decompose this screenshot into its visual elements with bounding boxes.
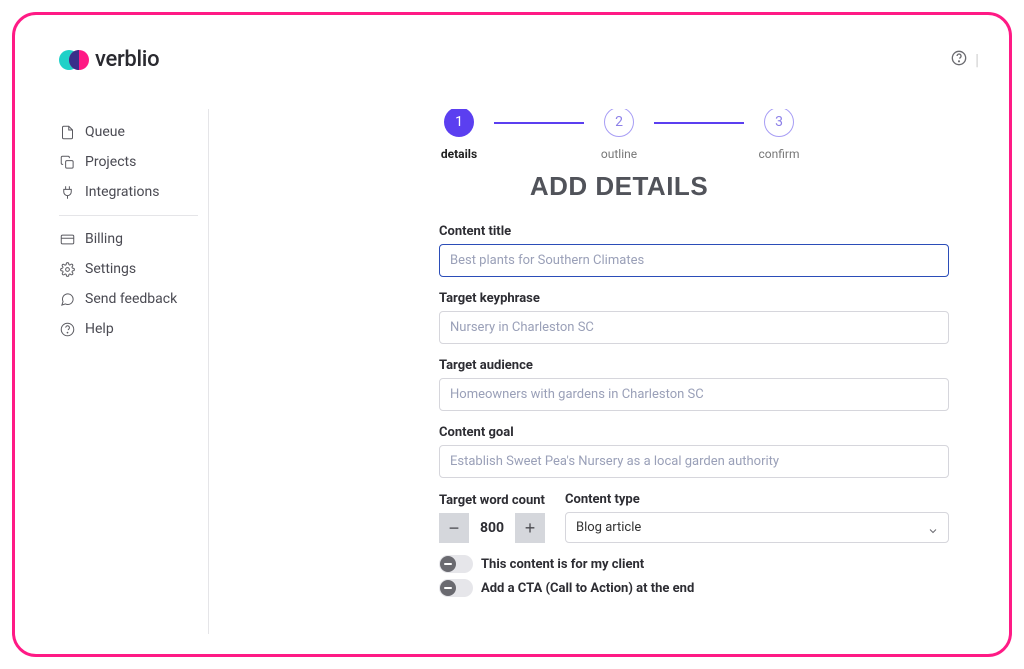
sidebar-item-label: Billing	[85, 231, 123, 247]
page-title: ADD DETAILS	[259, 171, 979, 202]
logo-text: verblio	[95, 47, 159, 72]
field-target-keyphrase: Target keyphrase	[439, 291, 949, 344]
logo-mark-icon	[59, 49, 89, 71]
sidebar-item-label: Help	[85, 321, 114, 337]
sidebar-item-label: Queue	[85, 124, 125, 140]
toggle-for-client-switch[interactable]	[439, 555, 473, 573]
step-line	[654, 122, 744, 124]
step-circle: 1	[444, 109, 474, 137]
sidebar-divider	[59, 215, 198, 216]
header-right: |	[951, 50, 979, 70]
step-circle: 2	[604, 109, 634, 137]
sidebar-item-projects[interactable]: Projects	[59, 147, 198, 177]
target-keyphrase-input[interactable]	[439, 311, 949, 344]
step-1[interactable]: 1 details	[424, 109, 494, 161]
decrement-button[interactable]: −	[439, 513, 469, 543]
increment-button[interactable]: +	[515, 513, 545, 543]
card-icon	[59, 231, 75, 247]
form: Content title Target keyphrase Target au…	[439, 224, 949, 597]
content-goal-input[interactable]	[439, 445, 949, 478]
help-circle-icon	[59, 321, 75, 337]
toggle-add-cta: Add a CTA (Call to Action) at the end	[439, 579, 949, 597]
file-icon	[59, 124, 75, 140]
step-3[interactable]: 3 confirm	[744, 109, 814, 161]
stepper: 1 details 2 outline 3 confirm	[259, 109, 979, 161]
main: 1 details 2 outline 3 confirm ADD DETAIL…	[209, 109, 979, 634]
content-type-select[interactable]: Blog article	[565, 512, 949, 543]
row-count-type: Target word count − 800 + Content type B…	[439, 492, 949, 543]
gear-icon	[59, 261, 75, 277]
step-label: details	[441, 147, 477, 161]
toggle-add-cta-switch[interactable]	[439, 579, 473, 597]
sidebar-item-feedback[interactable]: Send feedback	[59, 284, 198, 314]
content-title-input[interactable]	[439, 244, 949, 277]
field-word-count: Target word count − 800 +	[439, 493, 545, 543]
field-content-goal: Content goal	[439, 425, 949, 478]
field-label: Target keyphrase	[439, 291, 949, 306]
sidebar-item-label: Settings	[85, 261, 136, 277]
toggle-label: Add a CTA (Call to Action) at the end	[481, 581, 694, 596]
header: verblio |	[59, 47, 979, 72]
sidebar-item-integrations[interactable]: Integrations	[59, 177, 198, 207]
sidebar-item-help[interactable]: Help	[59, 314, 198, 344]
step-label: outline	[601, 147, 637, 161]
sidebar-item-settings[interactable]: Settings	[59, 254, 198, 284]
sidebar-item-label: Send feedback	[85, 291, 177, 307]
step-line	[494, 122, 584, 124]
sidebar-item-billing[interactable]: Billing	[59, 224, 198, 254]
sidebar-item-label: Projects	[85, 154, 136, 170]
chat-icon	[59, 291, 75, 307]
sidebar-item-queue[interactable]: Queue	[59, 117, 198, 147]
plug-icon	[59, 184, 75, 200]
copy-icon	[59, 154, 75, 170]
app-frame: verblio | Queue Projects	[12, 12, 1012, 657]
step-2[interactable]: 2 outline	[584, 109, 654, 161]
field-target-audience: Target audience	[439, 358, 949, 411]
field-content-type: Content type Blog article	[565, 492, 949, 543]
word-count-value: 800	[469, 513, 515, 543]
field-label: Content type	[565, 492, 949, 507]
field-label: Target audience	[439, 358, 949, 373]
word-count-stepper: − 800 +	[439, 513, 545, 543]
target-audience-input[interactable]	[439, 378, 949, 411]
toggle-label: This content is for my client	[481, 557, 644, 572]
help-circle-icon[interactable]	[951, 50, 967, 70]
field-content-title: Content title	[439, 224, 949, 277]
field-label: Content title	[439, 224, 949, 239]
sidebar-item-label: Integrations	[85, 184, 159, 200]
step-circle: 3	[764, 109, 794, 137]
container: Queue Projects Integrations Billing	[59, 53, 979, 634]
sidebar: Queue Projects Integrations Billing	[59, 109, 209, 634]
step-label: confirm	[759, 147, 800, 161]
header-separator: |	[975, 50, 979, 69]
logo[interactable]: verblio	[59, 47, 159, 72]
field-label: Target word count	[439, 493, 545, 508]
field-label: Content goal	[439, 425, 949, 440]
toggle-for-client: This content is for my client	[439, 555, 949, 573]
